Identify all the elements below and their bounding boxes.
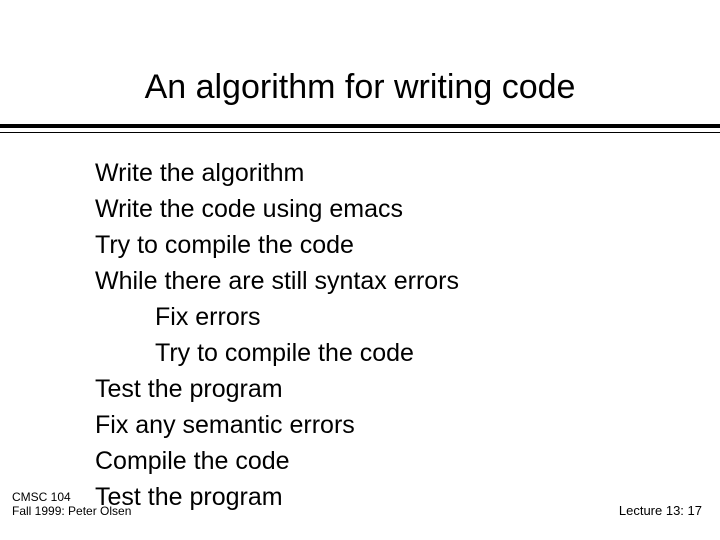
- body-line: Test the program: [95, 479, 655, 515]
- footer-left: CMSC 104 Fall 1999: Peter Olsen: [12, 490, 131, 518]
- divider-thin: [0, 132, 720, 133]
- body-line-indent: Try to compile the code: [95, 335, 655, 371]
- body-line-indent: Fix errors: [95, 299, 655, 335]
- body-line: Compile the code: [95, 443, 655, 479]
- footer-author: Fall 1999: Peter Olsen: [12, 504, 131, 518]
- body-line: Write the code using emacs: [95, 191, 655, 227]
- body-line: Write the algorithm: [95, 155, 655, 191]
- slide: An algorithm for writing code Write the …: [0, 0, 720, 540]
- body-line: Test the program: [95, 371, 655, 407]
- body-line: While there are still syntax errors: [95, 263, 655, 299]
- footer-course: CMSC 104: [12, 490, 131, 504]
- body-line: Try to compile the code: [95, 227, 655, 263]
- divider-thick: [0, 124, 720, 128]
- body-line: Fix any semantic errors: [95, 407, 655, 443]
- footer-right: Lecture 13: 17: [619, 503, 702, 518]
- slide-title: An algorithm for writing code: [0, 68, 720, 107]
- slide-body: Write the algorithm Write the code using…: [95, 155, 655, 515]
